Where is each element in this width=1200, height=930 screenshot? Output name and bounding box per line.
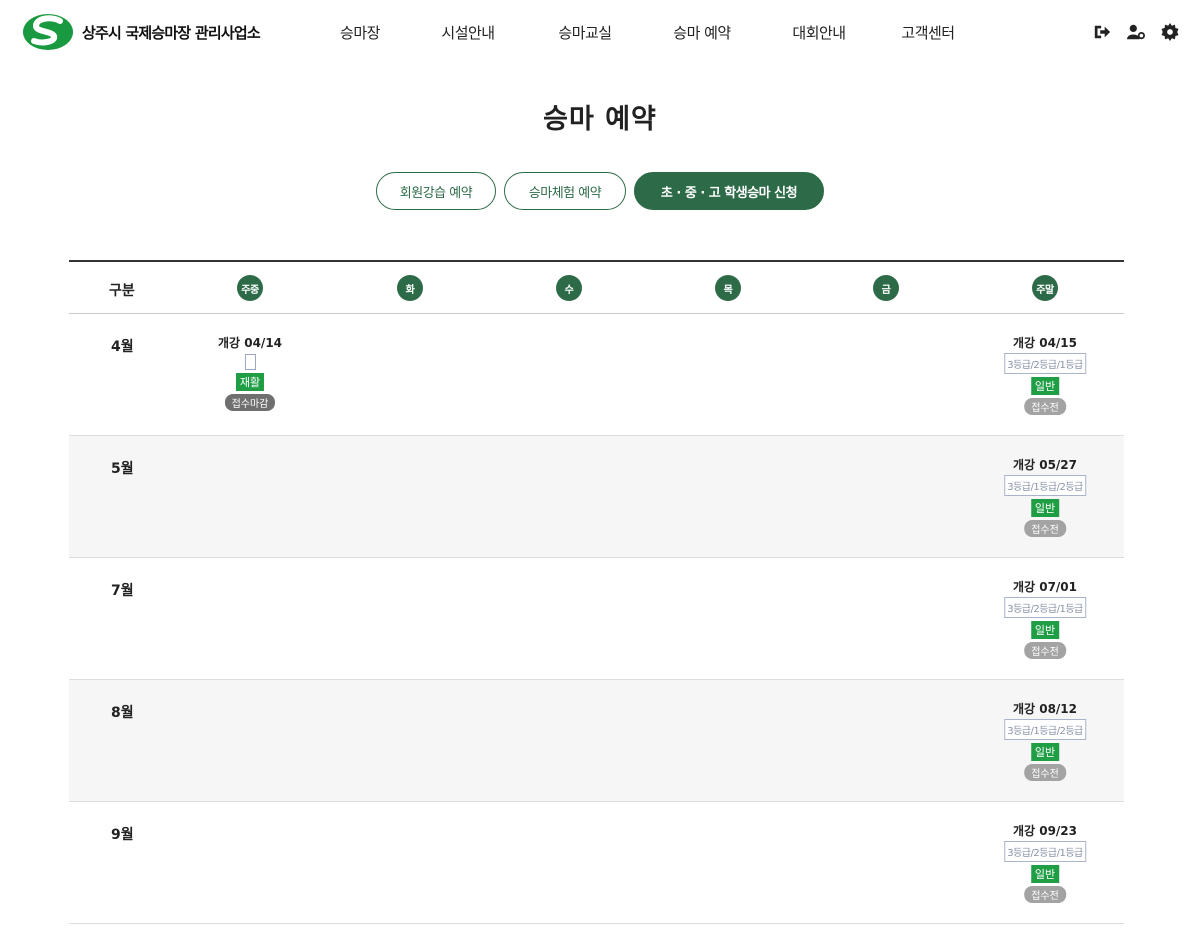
status-badge: 접수전 [1024, 520, 1066, 537]
main-nav: 승마장 시설안내 승마교실 승마 예약 대회안내 고객센터 [0, 22, 1200, 46]
status-badge: 접수전 [1024, 398, 1066, 415]
day-weekday: 주중 [237, 275, 263, 301]
table-row: 9월 개강 09/23 3등급/2등급/1등급 일반 접수전 [69, 802, 1124, 924]
grade-label: 3등급/2등급/1등급 [1004, 353, 1086, 374]
day-fri: 금 [873, 275, 899, 301]
month-label: 8월 [111, 705, 134, 721]
nav-item-riding-class[interactable]: 승마교실 [558, 22, 612, 43]
site-header: 상주시 국제승마장 관리사업소 승마장 시설안내 승마교실 승마 예약 대회안내… [0, 0, 1200, 68]
page-title: 승마 예약 [543, 104, 657, 135]
weekday-session[interactable]: 개강 04/14 재활 접수마감 [218, 334, 282, 411]
open-date: 개강 08/12 [1012, 702, 1078, 716]
user-settings-icon[interactable] [1126, 23, 1146, 41]
month-label: 4월 [111, 339, 134, 355]
day-thu: 목 [715, 275, 741, 301]
reservation-tabs: 회원강습 예약 승마체험 예약 초 · 중 · 고 학생승마 신청 [0, 172, 1200, 210]
open-date: 개강 07/01 [1012, 580, 1078, 594]
type-badge: 일반 [1030, 743, 1060, 761]
nav-item-customer-center[interactable]: 고객센터 [901, 22, 955, 43]
open-date: 개강 04/14 [217, 336, 283, 350]
weekend-session[interactable]: 개강 05/27 3등급/1등급/2등급 일반 접수전 [1004, 456, 1086, 537]
status-badge: 접수전 [1024, 886, 1066, 903]
weekend-session[interactable]: 개강 04/15 3등급/2등급/1등급 일반 접수전 [1004, 334, 1086, 415]
grade-label: 3등급/2등급/1등급 [1004, 841, 1086, 862]
schedule-table: 구분 주중 화 수 목 금 주말 4월 개강 04/14 재활 접수마감 개강 … [69, 260, 1124, 924]
logout-icon[interactable] [1092, 23, 1112, 41]
type-badge: 일반 [1030, 621, 1060, 639]
weekend-session[interactable]: 개강 08/12 3등급/1등급/2등급 일반 접수전 [1004, 700, 1086, 781]
nav-item-competitions[interactable]: 대회안내 [792, 22, 846, 43]
grade-placeholder [244, 354, 256, 370]
day-weekend: 주말 [1032, 275, 1058, 301]
type-badge: 일반 [1030, 499, 1060, 517]
month-label: 5월 [111, 461, 134, 477]
month-label: 7월 [111, 583, 134, 599]
table-row: 7월 개강 07/01 3등급/2등급/1등급 일반 접수전 [69, 558, 1124, 680]
table-row: 8월 개강 08/12 3등급/1등급/2등급 일반 접수전 [69, 680, 1124, 802]
table-header: 구분 주중 화 수 목 금 주말 [69, 260, 1124, 314]
status-badge: 접수마감 [224, 394, 276, 411]
nav-item-facilities[interactable]: 시설안내 [441, 22, 495, 43]
status-badge: 접수전 [1024, 642, 1066, 659]
nav-item-riding-reservation[interactable]: 승마 예약 [673, 22, 731, 43]
tab-member-lesson[interactable]: 회원강습 예약 [376, 172, 496, 210]
grade-label: 3등급/1등급/2등급 [1004, 719, 1086, 740]
gear-icon[interactable] [1160, 23, 1180, 41]
day-wed: 수 [556, 275, 582, 301]
type-badge: 일반 [1030, 865, 1060, 883]
utility-icons [1092, 23, 1180, 41]
open-date: 개강 04/15 [1012, 336, 1078, 350]
weekend-session[interactable]: 개강 07/01 3등급/2등급/1등급 일반 접수전 [1004, 578, 1086, 659]
table-row: 5월 개강 05/27 3등급/1등급/2등급 일반 접수전 [69, 436, 1124, 558]
nav-item-riding-ground[interactable]: 승마장 [340, 22, 380, 43]
open-date: 개강 05/27 [1012, 458, 1078, 472]
type-badge: 재활 [235, 373, 265, 391]
corner-label: 구분 [109, 283, 135, 299]
day-tue: 화 [397, 275, 423, 301]
month-label: 9월 [111, 827, 134, 843]
table-row: 4월 개강 04/14 재활 접수마감 개강 04/15 3등급/2등급/1등급… [69, 314, 1124, 436]
grade-label: 3등급/1등급/2등급 [1004, 475, 1086, 496]
tab-student-riding[interactable]: 초 · 중 · 고 학생승마 신청 [634, 172, 824, 210]
status-badge: 접수전 [1024, 764, 1066, 781]
weekend-session[interactable]: 개강 09/23 3등급/2등급/1등급 일반 접수전 [1004, 822, 1086, 903]
grade-label: 3등급/2등급/1등급 [1004, 597, 1086, 618]
tab-riding-experience[interactable]: 승마체험 예약 [504, 172, 626, 210]
open-date: 개강 09/23 [1012, 824, 1078, 838]
type-badge: 일반 [1030, 377, 1060, 395]
